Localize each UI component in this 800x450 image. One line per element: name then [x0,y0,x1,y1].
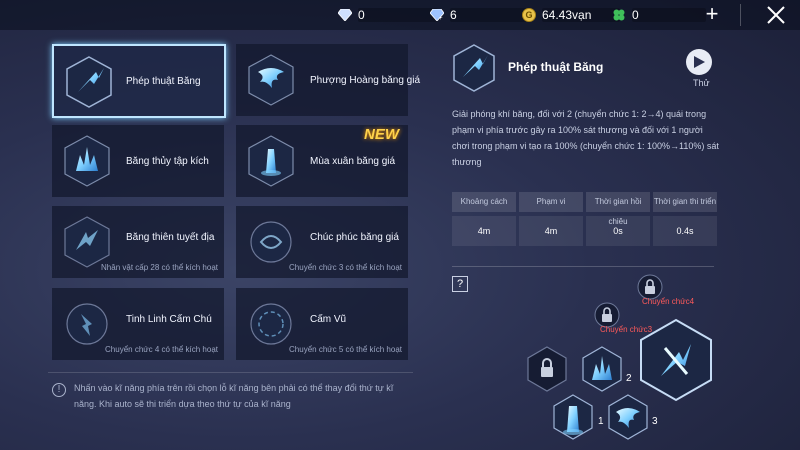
try-skill-button[interactable] [686,49,712,75]
try-label: Thử [693,78,710,88]
skill-card-bang-thien-tuyet-dia[interactable]: Băng thiên tuyết địa Nhân vật cấp 28 có … [52,206,224,278]
locked-slot[interactable] [527,346,567,392]
bound-diamond-counter: + 6 [430,6,532,24]
help-button[interactable]: ? [452,276,468,292]
stat-header: Khoảng cách [452,192,516,212]
play-icon [694,56,705,68]
skill-card-chuc-phuc-bang-gia[interactable]: Chúc phúc băng giá Chuyển chức 3 có thể … [236,206,408,278]
slot-number: 2 [626,373,632,384]
forbidden-circle-icon [250,303,292,345]
skill-name: Tinh Linh Cấm Chú [126,314,212,325]
bound-diamond-icon: + [430,9,444,21]
ice-bolt-icon [453,44,495,92]
unlock-requirement: Chuyển chức 4 có thể kích hoạt [105,345,218,354]
divider [48,372,413,373]
blessing-orb-icon [250,221,292,263]
skill-card-bang-thuy-tap-kich[interactable]: Băng thủy tập kích [52,125,224,197]
gold-coin-icon: G [522,8,536,22]
skill-name: Phượng Hoàng băng giá [310,75,420,86]
clover-value: 0 [632,8,639,22]
divider [740,4,741,26]
gold-counter: G 64.43vạn [522,6,620,24]
lock-label: Chuyển chức4 [642,297,695,306]
skill-card-cam-vu[interactable]: Cấm Vũ Chuyển chức 5 có thể kích hoạt [236,288,408,360]
clover-icon [613,9,625,21]
clover-counter: 0 [612,6,706,24]
skill-detail-title: Phép thuật Băng [508,60,604,74]
stat-header: Phạm vi [519,192,583,212]
new-badge: NEW [364,126,399,143]
unlock-requirement: Chuyển chức 5 có thể kích hoạt [289,345,402,354]
top-resource-bar: 0 + 6 G 64.43vạn 0 + [0,0,800,30]
skill-name: Chúc phúc băng giá [310,232,399,243]
skill-card-tinh-linh-cam-chu[interactable]: Tinh Linh Cấm Chú Chuyển chức 4 có thể k… [52,288,224,360]
unlock-requirement: Nhân vật cấp 28 có thể kích hoạt [101,263,218,272]
ice-bolt-icon [66,56,112,108]
ice-burst-icon [64,135,110,187]
bound-diamond-value: 6 [450,8,457,22]
skill-description: Giải phóng khí băng, đối với 2 (chuyển c… [452,109,719,167]
skill-name: Mùa xuân băng giá [310,156,396,167]
divider [452,266,714,267]
ice-crystal-icon [248,135,294,187]
gold-value: 64.43vạn [542,8,592,22]
skill-slot-1[interactable] [553,394,593,440]
slot-number: 3 [652,416,658,427]
diamond-counter: 0 [338,6,438,24]
stat-value: 4m [452,216,516,246]
skill-name: Cấm Vũ [310,314,347,325]
lock-label: Chuyển chức3 [600,325,653,334]
ice-phoenix-icon [248,54,294,106]
skill-card-phep-thuat-bang[interactable]: Phép thuật Băng [52,44,226,118]
close-icon[interactable] [765,4,787,26]
lightning-orb-icon [66,303,108,345]
skill-name: Băng thiên tuyết địa [126,232,215,243]
skill-name: Băng thủy tập kích [126,156,209,167]
skill-card-phuong-hoang-bang-gia[interactable]: Phượng Hoàng băng giá [236,44,420,116]
unlock-requirement: Chuyển chức 3 có thể kích hoạt [289,263,402,272]
diamond-value: 0 [358,8,365,22]
stat-value: 4m [519,216,583,246]
stat-value: 0s [586,216,650,246]
stat-header: Thời gian hồi chiêu [586,192,650,226]
stat-header: Thời gian thi triển [653,192,717,212]
ice-storm-icon [64,216,110,268]
skill-name: Phép thuật Băng [126,76,201,87]
slot-number: 1 [598,416,604,427]
svg-text:+: + [439,16,443,21]
info-icon: ! [52,383,66,397]
hint-text: Nhấn vào kĩ năng phía trên rồi chọn lỗ k… [74,383,394,409]
diamond-icon [338,9,352,21]
plus-icon[interactable]: + [703,3,721,25]
skill-slot-2[interactable] [582,346,622,392]
stat-value: 0.4s [653,216,717,246]
